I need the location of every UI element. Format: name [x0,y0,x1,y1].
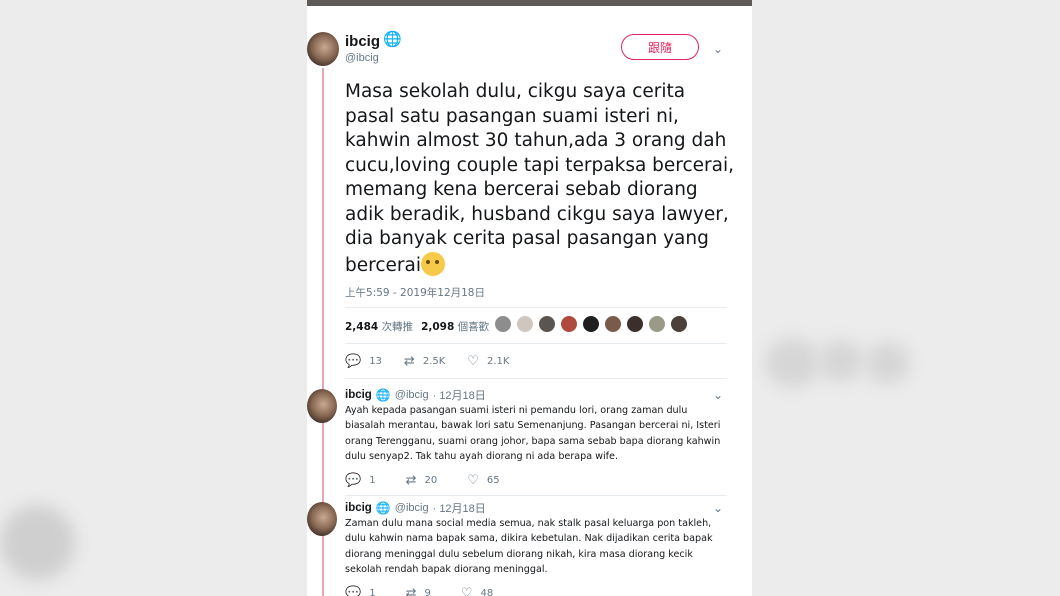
like-label: 個喜歡 [457,321,490,333]
chevron-down-icon[interactable]: ⌄ [713,388,723,402]
retweet-stat[interactable]: 2,484 次轉推 [345,319,413,334]
reply-button[interactable]: 💬 13 [345,354,382,369]
reply-header: ibcig 🌐 @ibcig · 12月18日 [345,387,486,403]
reply-count: 13 [369,356,382,367]
heart-icon: ♡ [467,354,479,369]
retweet-icon: ⇄ [405,586,417,596]
blurred-shape [818,340,863,382]
reply-header: ibcig 🌐 @ibcig · 12月18日 [345,500,486,516]
retweet-button[interactable]: ⇄ 9 [406,586,431,596]
globe-icon: 🌐 [383,30,402,48]
like-count: 2,098 [421,321,455,333]
globe-icon: 🌐 [375,387,391,402]
liker-avatar[interactable] [670,315,688,333]
reply-button[interactable]: 💬 1 [345,473,376,488]
reply-author-name[interactable]: ibcig [345,502,372,514]
liker-avatar[interactable] [648,315,666,333]
avatar[interactable] [307,389,337,423]
reply-count: 1 [369,588,376,596]
reply-author-handle[interactable]: @ibcig [395,389,429,401]
tweet-text: Masa sekolah dulu, cikgu saya cerita pas… [345,80,740,278]
divider [345,495,727,496]
avatar[interactable] [307,32,339,66]
engagement-stats: 2,484 次轉推 2,098 個喜歡 [345,319,489,334]
like-stat[interactable]: 2,098 個喜歡 [421,319,489,334]
globe-icon: 🌐 [375,500,391,515]
reply-count: 1 [369,475,376,486]
crying-face-icon [420,251,445,276]
liker-avatar[interactable] [582,315,600,333]
follow-button[interactable]: 跟隨 [621,34,699,60]
tweet-actions: 💬 13 ⇄ 2.5K ♡ 2.1K [345,354,531,369]
chevron-down-icon[interactable]: ⌄ [713,42,723,56]
reply-date[interactable]: · 12月18日 [433,387,486,403]
reply-author-name[interactable]: ibcig [345,389,372,401]
liker-avatar[interactable] [626,315,644,333]
liker-avatar[interactable] [538,315,556,333]
liker-avatar[interactable] [560,315,578,333]
heart-icon: ♡ [467,473,479,488]
blurred-shape [865,342,910,384]
liker-avatar[interactable] [604,315,622,333]
tweet-timestamp[interactable]: 上午5:59 - 2019年12月18日 [345,285,485,300]
blurred-shape [0,505,75,580]
reply-icon: 💬 [345,586,362,596]
liker-avatar[interactable] [516,315,534,333]
reply-text: Ayah kepada pasangan suami isteri ni pem… [345,405,721,462]
reply-button[interactable]: 💬 1 [345,586,376,596]
reply-author-handle[interactable]: @ibcig [395,502,429,514]
like-count-short: 2.1K [486,356,510,367]
like-count: 65 [486,475,500,486]
divider [345,307,727,308]
avatar[interactable] [307,502,337,536]
liker-avatar[interactable] [494,315,512,333]
heart-icon: ♡ [460,586,473,596]
like-button[interactable]: ♡ 2.1K [467,354,509,369]
reply-text: Zaman dulu mana social media semua, nak … [345,518,713,575]
retweet-icon: ⇄ [405,473,417,488]
tweet-card: ibcig 🌐 @ibcig 跟隨 ⌄ Masa sekolah dulu, c… [307,6,752,596]
like-count: 48 [480,588,494,596]
retweet-count: 20 [424,475,438,486]
like-button[interactable]: ♡ 65 [467,473,499,488]
retweet-count: 9 [424,588,431,596]
reply-actions: 💬 1 ⇄ 9 ♡ 48 [345,586,515,596]
divider [345,343,727,344]
reply-date[interactable]: · 12月18日 [433,500,486,516]
chevron-down-icon[interactable]: ⌄ [713,501,723,515]
retweet-count: 2,484 [345,321,379,333]
blurred-shape [765,338,820,388]
like-button[interactable]: ♡ 48 [461,586,493,596]
retweet-icon: ⇄ [403,354,415,369]
retweet-button[interactable]: ⇄ 2.5K [404,354,445,369]
author-name[interactable]: ibcig [345,33,380,50]
author-handle[interactable]: @ibcig [345,52,379,64]
retweet-button[interactable]: ⇄ 20 [406,473,438,488]
retweet-label: 次轉推 [381,321,414,333]
reply-icon: 💬 [345,473,362,488]
retweet-count-short: 2.5K [422,356,446,367]
tweet-text-content: Masa sekolah dulu, cikgu saya cerita pas… [345,81,735,276]
reply-actions: 💬 1 ⇄ 20 ♡ 65 [345,473,522,488]
divider [345,378,727,379]
liker-avatars [494,315,688,333]
reply-icon: 💬 [345,354,362,369]
